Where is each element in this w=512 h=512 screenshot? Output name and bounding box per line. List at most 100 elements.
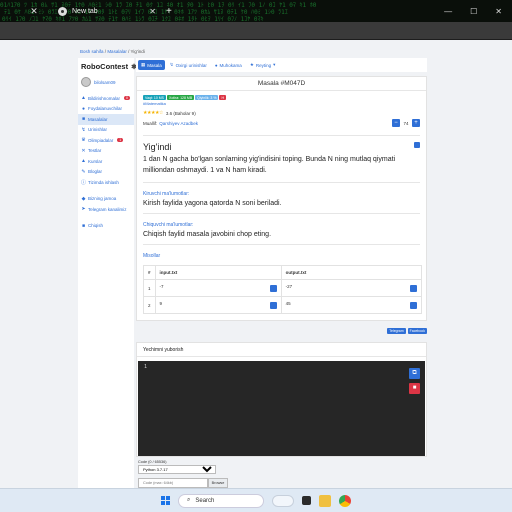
breadcrumb-home[interactable]: Bosh sahifa: [80, 49, 104, 54]
tab-last-attempts[interactable]: ↯ Oxirgi urinishlar: [167, 60, 210, 70]
test-icon: ✕: [81, 147, 86, 154]
tab-rating[interactable]: ★ Reyting ▾: [247, 60, 279, 70]
course-icon: ▲: [81, 158, 86, 165]
input-text: Kirish faylida yagona qatorda N soni ber…: [143, 200, 282, 207]
sidebar-item-notifications[interactable]: ▲ Bildirishnomalar 0: [78, 93, 134, 104]
sidebar-item-logout[interactable]: ■ Chiqish: [78, 221, 134, 232]
author-row: Muallif: Qarshiyev Azadbek − 74 +: [143, 119, 420, 127]
copy-icon[interactable]: [269, 285, 277, 292]
vote-controls: − 74 +: [392, 119, 420, 127]
widget-icon[interactable]: [272, 494, 294, 507]
stars-icon[interactable]: ★★★★☆: [143, 110, 163, 116]
copy-icon[interactable]: [410, 302, 417, 309]
maximize-button[interactable]: ☐: [470, 7, 477, 16]
submit-form: Code (0 / 65536) Python 3.7.17 Code (max…: [138, 460, 228, 488]
breadcrumb: Bosh sahifa / Masalalar / Yig'indi: [80, 49, 145, 54]
examples-section: Misollar: [137, 245, 426, 261]
chevron-down-icon: ▾: [273, 62, 276, 67]
users-icon: ●: [81, 105, 86, 112]
problem-statement: 1 dan N gacha bo'lgan sonlarning yig'ind…: [143, 156, 396, 174]
sidebar-item-users[interactable]: ● Foydalanuvchilar: [78, 104, 134, 115]
breadcrumb-problems[interactable]: Masalalar: [107, 49, 127, 54]
sidebar-item-courses[interactable]: ▲ Kurslar: [78, 156, 134, 167]
new-tab-button[interactable]: +: [166, 6, 172, 17]
search-icon: ⌕: [187, 497, 191, 503]
example-output: -27: [285, 284, 293, 289]
chrome-icon[interactable]: [339, 494, 351, 507]
tab-problem[interactable]: ▦ Masala: [138, 60, 165, 70]
file-input[interactable]: Code (max: 64kb): [138, 478, 208, 488]
problem-badges: Vaqt: 10 MS Xotira: 128 MB Qiyinlik: 3 %…: [143, 95, 420, 100]
team-icon: ◆: [81, 195, 86, 202]
problem-tag[interactable]: #Matematika: [143, 101, 420, 106]
close-window-button[interactable]: ✕: [495, 7, 502, 16]
main-content: ▦ Masala ↯ Oxirgi urinishlar ● Muhokama ★ Re…: [136, 58, 427, 488]
time-limit-badge: Vaqt: 10 MS: [143, 95, 167, 100]
taskbar-search[interactable]: ⌕ Search: [178, 493, 264, 508]
copy-icon[interactable]: [269, 302, 277, 309]
submit-card: Yechimni yuborish 1 ⧉ ■: [136, 342, 427, 457]
minimize-button[interactable]: —: [444, 7, 452, 16]
upvote-button[interactable]: +: [412, 119, 420, 127]
sidebar-item-problems[interactable]: ■ Masalalar: [78, 114, 134, 125]
browser-toolbar: [0, 22, 512, 40]
notification-badge: 0: [124, 96, 130, 101]
delete-code-button[interactable]: ■: [409, 383, 420, 394]
bell-icon: ▲: [81, 95, 86, 102]
author-link[interactable]: Qarshiyev Azadbek: [159, 121, 198, 126]
table-row: 1 -7 -27: [143, 279, 423, 297]
copy-icon[interactable]: [410, 285, 417, 292]
blog-icon: ✎: [81, 168, 86, 175]
task-view-icon[interactable]: [302, 496, 311, 505]
tab-close-icon[interactable]: ✕: [149, 7, 156, 16]
browser-tab[interactable]: New tab ✕: [52, 3, 162, 19]
tab-discussion[interactable]: ● Muhokama: [212, 61, 245, 70]
column-header: output.txt: [280, 265, 423, 280]
example-input: -7: [159, 284, 164, 289]
sidebar-item-olympiads[interactable]: ♛ Olimpiadalar 1: [78, 135, 134, 146]
web-page: Bosh sahifa / Masalalar / Yig'indi RoboC…: [0, 40, 512, 488]
site-logo[interactable]: RoboContest ✱: [78, 58, 137, 75]
code-editor[interactable]: 1 ⧉ ■: [138, 361, 425, 456]
grid-icon: ▦: [141, 62, 146, 67]
file-explorer-icon[interactable]: [319, 494, 331, 507]
vote-count: 74: [403, 120, 409, 126]
sidebar: RoboContest ✱ bilolsam09 ▲ Bildirishnomal…: [78, 58, 137, 488]
examples-label: Misollar: [143, 253, 161, 259]
downvote-button[interactable]: −: [392, 119, 400, 127]
copy-icon[interactable]: [414, 142, 420, 148]
sidebar-item-telegram[interactable]: ➤ Telegram kanalimiz: [78, 204, 134, 215]
olympiad-badge: 1: [117, 138, 124, 143]
info-icon: ⓘ: [81, 179, 87, 186]
input-section: Kiruvchi ma'lumotlar: Kirish faylida yag…: [137, 183, 426, 209]
problem-header: Masala #M047D: [137, 77, 426, 91]
problem-meta: Vaqt: 10 MS Xotira: 128 MB Qiyinlik: 3 %…: [137, 91, 426, 131]
output-label: Chiquvchi ma'lumotlar:: [143, 222, 194, 228]
telegram-share-button[interactable]: Telegram: [387, 328, 406, 334]
windows-start-icon[interactable]: [161, 496, 170, 505]
sidebar-item-team[interactable]: ◆ Bizning jamoa: [78, 194, 134, 205]
copy-code-button[interactable]: ⧉: [409, 368, 420, 379]
close-icon[interactable]: ✕: [24, 6, 44, 17]
sidebar-item-blogs[interactable]: ✎ Bloglar: [78, 167, 134, 178]
memory-limit-badge: Xotira: 128 MB: [167, 95, 195, 100]
facebook-share-button[interactable]: Facebook: [407, 328, 427, 334]
attempts-icon: ↯: [81, 126, 86, 133]
tab-title: New tab: [72, 7, 98, 15]
sidebar-nav: ▲ Bildirishnomalar 0 ● Foydalanuvchilar ■ Ma…: [78, 93, 134, 231]
browse-button[interactable]: Browse: [208, 478, 228, 488]
problem-tabs: ▦ Masala ↯ Oxirgi urinishlar ● Muhokama ★ Re…: [136, 58, 427, 72]
problem-body: Yig'indi 1 dan N gacha bo'lgan sonlarnin…: [137, 136, 426, 178]
sidebar-item-attempts[interactable]: ↯ Urinishlar: [78, 125, 134, 136]
browser-tab-bar: ✕ New tab ✕ + — ☐ ✕: [0, 0, 512, 22]
sidebar-item-tests[interactable]: ✕ Testlar: [78, 146, 134, 157]
h-badge: H: [219, 95, 226, 100]
user-profile[interactable]: bilolsam09: [78, 75, 134, 89]
language-select[interactable]: Python 3.7.17: [138, 465, 216, 474]
example-input: 9: [159, 301, 163, 306]
sidebar-item-system[interactable]: ⓘ Tizimda ishlash: [78, 177, 134, 188]
telegram-icon: ➤: [81, 206, 86, 213]
attempts-icon: ↯: [169, 62, 174, 67]
username: bilolsam09: [94, 79, 116, 85]
rating: ★★★★☆ 3.6 (Baholar 9): [143, 110, 420, 116]
